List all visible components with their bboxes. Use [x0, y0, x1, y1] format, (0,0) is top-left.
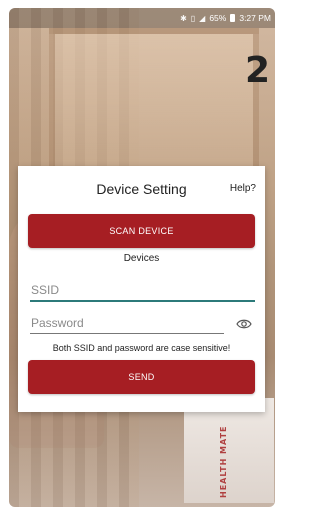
- battery-percent: 65%: [209, 13, 227, 23]
- status-bar: ✱ ▯ ◢ 65% 3:27 PM: [9, 8, 275, 28]
- battery-icon: [230, 14, 236, 22]
- scan-device-button[interactable]: SCAN DEVICE: [28, 214, 255, 248]
- devices-label: Devices: [123, 253, 160, 264]
- help-link[interactable]: Help?: [230, 183, 256, 194]
- status-time: 3:27 PM: [239, 13, 271, 23]
- step-number: 2: [245, 50, 271, 91]
- case-sensitive-hint: Both SSID and password are case sensitiv…: [52, 343, 231, 353]
- towel-brand-text: HEALTH MATE: [219, 425, 228, 498]
- password-input[interactable]: [30, 312, 224, 334]
- signal-icon: ◢: [199, 13, 206, 23]
- send-button[interactable]: SEND: [28, 360, 255, 394]
- dialog-title: Device Setting: [96, 181, 187, 197]
- eye-icon[interactable]: [236, 318, 252, 330]
- ssid-input[interactable]: [30, 280, 255, 302]
- bluetooth-icon: ✱: [180, 13, 187, 23]
- device-setting-dialog: Device Setting Help? SCAN DEVICE Devices…: [18, 166, 265, 412]
- vibrate-icon: ▯: [190, 13, 196, 23]
